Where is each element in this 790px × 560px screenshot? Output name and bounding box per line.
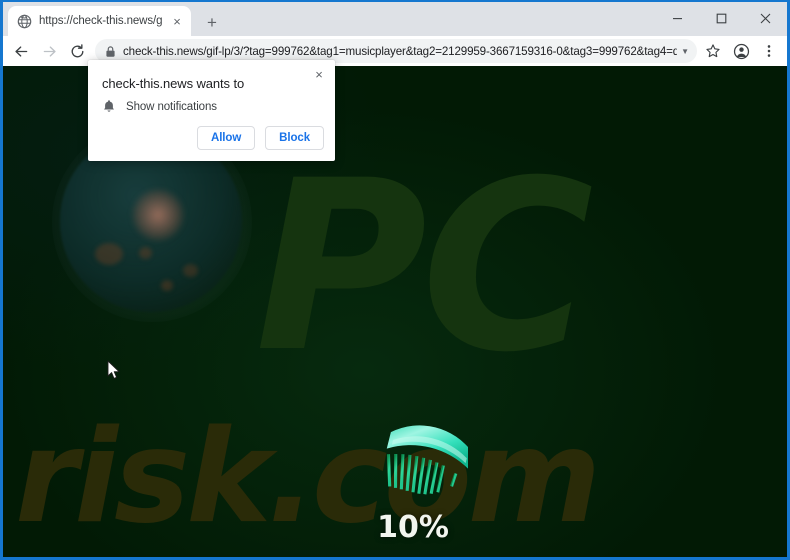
planet-crater	[95, 243, 123, 265]
toolbar-right-actions	[699, 37, 783, 65]
back-button[interactable]	[7, 37, 35, 65]
block-button[interactable]: Block	[265, 126, 324, 150]
reload-icon	[71, 43, 83, 57]
arc-fan-spinner-icon	[386, 425, 468, 495]
planet-highlight	[132, 189, 184, 241]
bell-icon	[104, 100, 114, 112]
maximize-button[interactable]	[699, 2, 743, 34]
three-dots-vertical-icon	[767, 45, 771, 57]
dialog-title: check-this.news wants to	[102, 76, 245, 91]
browser-tab[interactable]: https://check-this.news/gif-lp/3/ ×	[8, 6, 191, 36]
profile-button[interactable]	[727, 37, 755, 65]
allow-button[interactable]: Allow	[197, 126, 256, 150]
account-avatar-icon	[733, 43, 749, 59]
new-tab-button[interactable]: +	[201, 11, 223, 33]
tab-title: https://check-this.news/gif-lp/3/	[39, 15, 162, 27]
bookmark-button[interactable]	[699, 37, 727, 65]
progress-percentage: 10%	[377, 510, 449, 545]
arrow-left-icon	[14, 45, 27, 57]
globe-icon	[17, 14, 32, 28]
close-window-button[interactable]	[743, 2, 787, 34]
reload-button[interactable]	[63, 37, 91, 65]
arrow-right-icon	[43, 45, 56, 57]
dialog-actions: Allow Block	[197, 126, 324, 150]
maximize-icon	[716, 13, 726, 23]
lock-icon	[105, 45, 115, 57]
minimize-button[interactable]	[655, 2, 699, 34]
chevron-down-icon[interactable]: ▼	[677, 47, 689, 56]
forward-button[interactable]	[35, 37, 63, 65]
minimize-icon	[672, 17, 682, 19]
star-icon	[706, 44, 720, 58]
site-security-button[interactable]	[97, 40, 123, 62]
tab-close-icon[interactable]: ×	[169, 13, 185, 29]
browser-window: https://check-this.news/gif-lp/3/ × +	[0, 0, 790, 560]
chrome-menu-button[interactable]	[755, 37, 783, 65]
permission-label: Show notifications	[126, 100, 217, 113]
permission-request-row: Show notifications	[102, 99, 217, 114]
notification-permission-dialog: × check-this.news wants to Show notifica…	[88, 60, 335, 161]
window-controls	[655, 2, 787, 34]
planet-crater	[161, 280, 173, 291]
close-icon	[760, 13, 770, 23]
tab-strip: https://check-this.news/gif-lp/3/ × +	[3, 2, 787, 36]
dialog-close-button[interactable]: ×	[309, 64, 329, 84]
planet-crater	[183, 264, 198, 277]
planet-crater	[139, 247, 152, 259]
address-bar-url: check-this.news/gif-lp/3/?tag=999762&tag…	[123, 44, 677, 58]
